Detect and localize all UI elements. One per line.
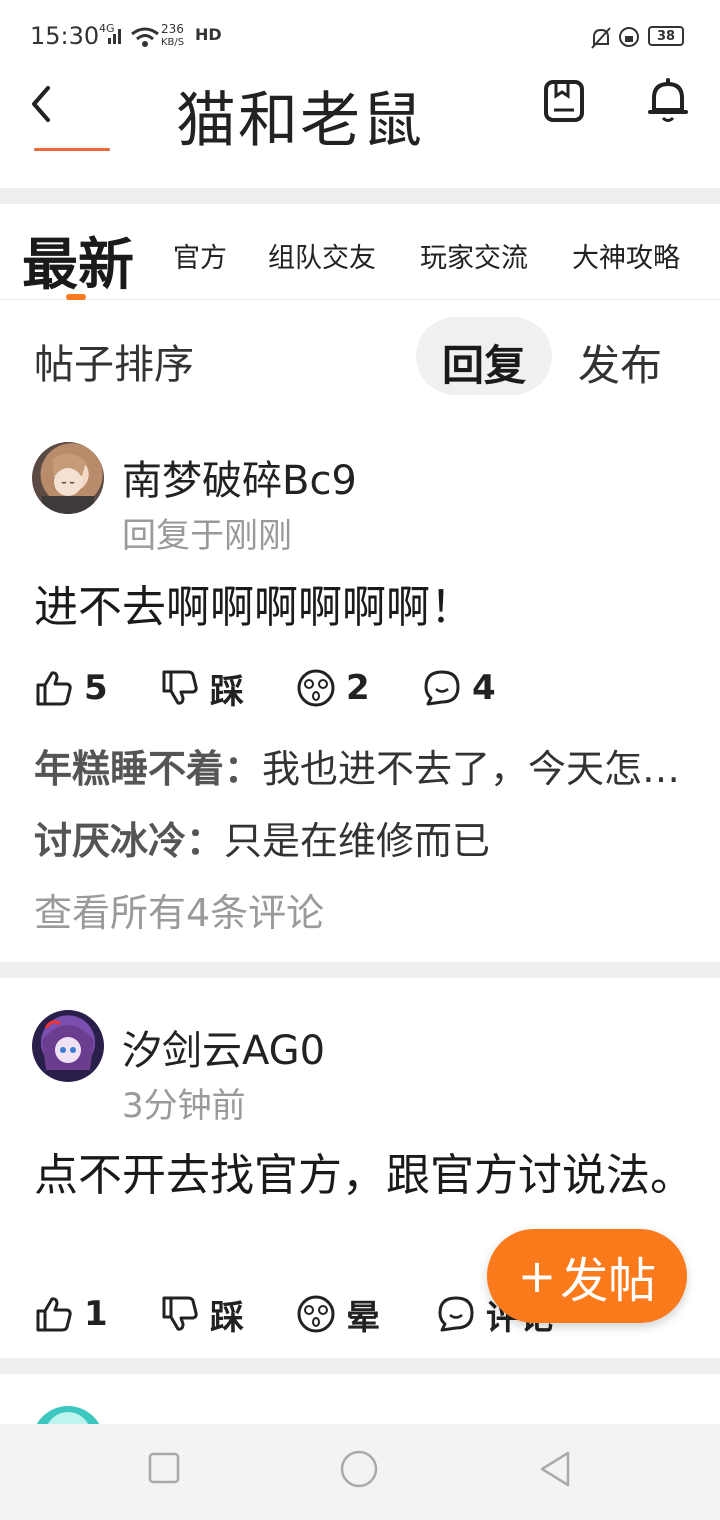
dizzy-face-icon <box>297 669 335 707</box>
comment-bubble-icon <box>438 1296 474 1332</box>
dizzy-count: 2 <box>346 668 370 708</box>
sort-option-reply[interactable]: 回复 <box>442 332 526 393</box>
comment-text: 我也进不去了，今天怎么了 <box>262 747 684 791</box>
dislike-label: 踩 <box>210 1297 244 1338</box>
back-icon[interactable] <box>538 1450 572 1488</box>
dislike-button[interactable]: 踩 <box>160 1290 244 1338</box>
post-time: 回复于刚刚 <box>122 516 292 556</box>
comment-count: 4 <box>472 668 496 708</box>
category-tabs: 最新 官方 组队交友 玩家交流 大神攻略 <box>0 204 720 300</box>
dizzy-label: 晕 <box>346 1297 380 1338</box>
home-icon[interactable] <box>340 1450 378 1488</box>
thumbs-up-icon <box>36 671 72 706</box>
comment-button[interactable]: 4 <box>422 664 496 712</box>
post-content[interactable]: 进不去啊啊啊啊啊啊！ <box>34 578 694 638</box>
post-actions: 5 踩 2 4 <box>0 664 720 712</box>
sort-bar: 帖子排序 回复 发布 <box>0 300 720 412</box>
section-divider <box>0 188 720 204</box>
speed-unit: KB/S <box>161 37 185 48</box>
like-count: 1 <box>84 1294 108 1334</box>
title-bar: 猫和老鼠 <box>0 72 720 188</box>
avatar-art <box>42 453 94 514</box>
speed-value: 236 <box>161 22 184 36</box>
like-button[interactable]: 1 <box>34 1290 108 1338</box>
bell-icon[interactable] <box>648 78 688 124</box>
battery-level: 38 <box>656 28 676 44</box>
status-bar: 15:30 4G 236 KB/S HD 38 <box>0 0 720 72</box>
wifi-icon <box>131 27 159 47</box>
tab-latest[interactable]: 最新 <box>22 220 134 301</box>
dizzy-face-icon <box>297 1295 335 1333</box>
post-card-partial[interactable] <box>0 1374 720 1424</box>
dizzy-button[interactable]: 2 <box>296 664 370 712</box>
tab-player-chat[interactable]: 玩家交流 <box>420 236 528 275</box>
comment-user: 讨厌冰冷： <box>34 819 225 863</box>
dislike-label: 踩 <box>210 671 244 712</box>
signal-icon <box>108 29 121 44</box>
lock-rotation-icon <box>619 27 639 47</box>
comment-user: 年糕睡不着： <box>34 747 263 791</box>
post-time: 3分钟前 <box>122 1086 246 1126</box>
system-nav-bar <box>0 1424 720 1520</box>
thumbs-up-icon <box>36 1297 72 1332</box>
tab-team-up[interactable]: 组队交友 <box>268 236 376 275</box>
new-post-button[interactable]: + 发帖 <box>487 1229 687 1323</box>
status-time: 15:30 <box>30 22 100 50</box>
sort-option-publish[interactable]: 发布 <box>578 332 662 393</box>
like-button[interactable]: 5 <box>34 664 108 712</box>
dizzy-button[interactable]: 晕 <box>296 1290 380 1338</box>
document-icon[interactable] <box>544 80 584 124</box>
header-accent-line <box>34 148 110 151</box>
page-title: 猫和老鼠 <box>176 86 424 156</box>
tab-guides[interactable]: 大神攻略 <box>572 236 680 275</box>
post-divider <box>0 962 720 978</box>
new-post-label: 发帖 <box>560 1253 657 1309</box>
post-divider <box>0 1358 720 1374</box>
plus-icon: + <box>517 1249 557 1303</box>
post-card[interactable]: 南梦破碎Bc9 回复于刚刚 进不去啊啊啊啊啊啊！ 5 踩 2 4 年糕睡不着：我… <box>0 412 720 962</box>
mute-bell-icon <box>591 27 611 49</box>
back-arrow-icon[interactable] <box>28 84 54 124</box>
post-author[interactable]: 南梦破碎Bc9 <box>122 448 357 506</box>
recent-apps-icon[interactable] <box>148 1452 180 1484</box>
comment-preview[interactable]: 讨厌冰冷：只是在维修而已 <box>34 810 684 865</box>
avatar-art <box>42 1020 94 1070</box>
avatar[interactable] <box>32 1010 104 1082</box>
comment-preview[interactable]: 年糕睡不着：我也进不去了，今天怎么了 <box>34 738 684 793</box>
post-author[interactable]: 汐剑云AG0 <box>122 1018 325 1076</box>
thumbs-down-icon <box>162 1296 198 1331</box>
thumbs-down-icon <box>162 670 198 705</box>
avatar[interactable] <box>32 442 104 514</box>
comment-text: 只是在维修而已 <box>224 819 491 863</box>
avatar[interactable] <box>32 1406 104 1424</box>
like-count: 5 <box>84 668 108 708</box>
hd-badge: HD <box>195 25 222 44</box>
dislike-button[interactable]: 踩 <box>160 664 244 712</box>
see-all-comments-link[interactable]: 查看所有4条评论 <box>34 882 324 937</box>
comment-bubble-icon <box>424 670 460 706</box>
tab-official[interactable]: 官方 <box>173 236 227 275</box>
sort-label: 帖子排序 <box>34 342 194 388</box>
post-content[interactable]: 点不开去找官方，跟官方讨说法。 <box>34 1146 694 1206</box>
battery-icon: 38 <box>648 26 684 46</box>
